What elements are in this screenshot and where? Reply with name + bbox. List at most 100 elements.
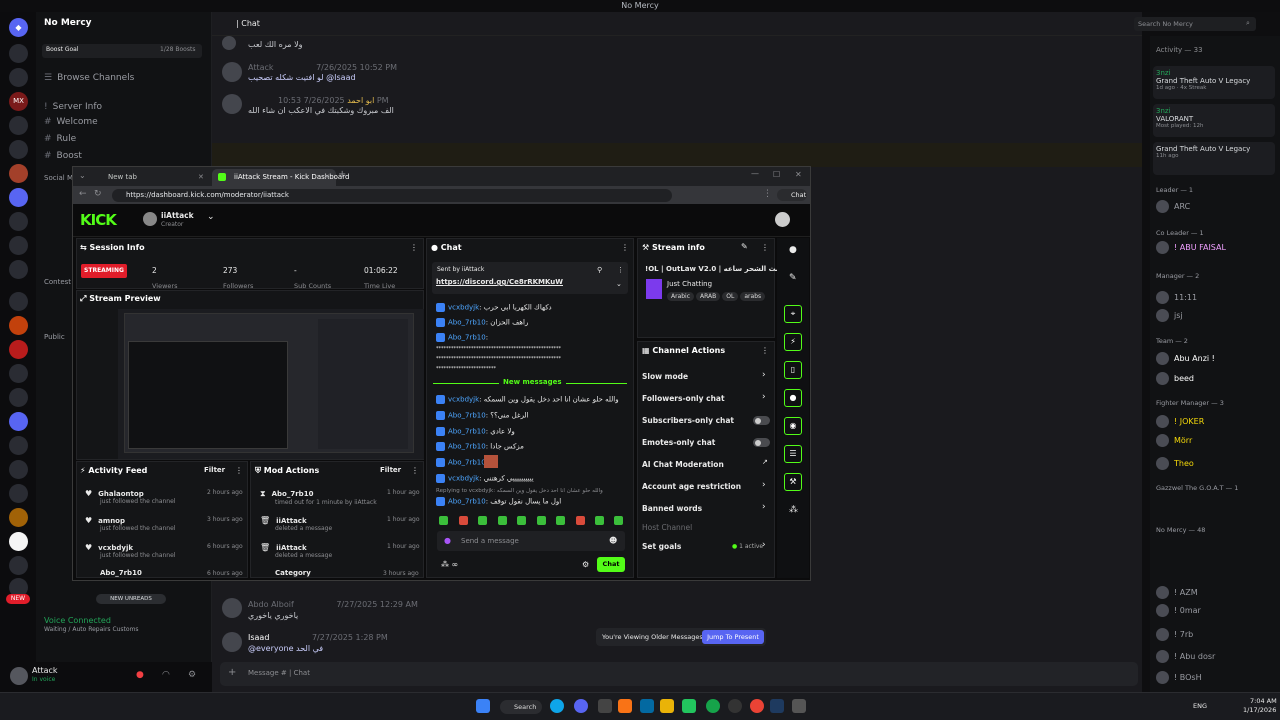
message-author[interactable]: Abdo Alboif 7/27/2025 12:29 AM <box>248 600 418 609</box>
mod-action-item[interactable]: Category <box>275 569 311 577</box>
external-link-icon[interactable]: ↗ <box>762 458 768 466</box>
ai-moderation-row[interactable]: AI Chat Moderation <box>642 460 724 469</box>
server-icon[interactable] <box>9 164 28 183</box>
member-item[interactable]: ! 0mar <box>1156 604 1201 617</box>
server-icon[interactable] <box>9 340 28 359</box>
menu-icon[interactable]: ⋮ <box>761 346 769 355</box>
discord-home-icon[interactable]: ◆ <box>9 18 28 37</box>
edit-icon[interactable]: ✎ <box>741 242 748 251</box>
url-input[interactable]: https://dashboard.kick.com/moderator/iia… <box>112 189 672 202</box>
menu-icon[interactable]: ⋮ <box>617 266 624 274</box>
emote-icon[interactable] <box>439 516 448 525</box>
channel-rule[interactable]: # Rule <box>44 134 76 144</box>
info-icon[interactable]: ● <box>789 245 797 255</box>
member-item[interactable]: jsj <box>1156 309 1183 322</box>
server-icon[interactable] <box>9 188 28 207</box>
member-item[interactable]: ! AZM <box>1156 586 1198 599</box>
chat-message[interactable]: Abo_7rb10: <box>436 333 488 342</box>
mod-action-item[interactable]: ⧗ Abo_7rb10 timed out for 1 minute by iiAt… <box>260 489 377 506</box>
send-chat-button[interactable]: Chat <box>597 557 625 572</box>
lightning-icon[interactable]: ⚡ <box>784 333 802 351</box>
member-item[interactable]: ! ABU FAISAL <box>1156 241 1226 254</box>
tag-chip[interactable]: arabs <box>740 292 766 301</box>
channel-welcome[interactable]: # Welcome <box>44 117 98 127</box>
close-icon[interactable]: ✕ <box>795 170 802 179</box>
mod-filter-button[interactable]: Filter <box>380 466 401 474</box>
mute-icon[interactable]: ● <box>136 670 144 680</box>
tab-new[interactable]: New tab ✕ <box>86 169 210 186</box>
new-unreads-pill[interactable]: NEW UNREADS <box>96 594 166 604</box>
folder-icon[interactable] <box>660 699 674 713</box>
member-item[interactable]: Theo <box>1156 457 1194 470</box>
emote-icon[interactable] <box>478 516 487 525</box>
server-icon[interactable] <box>9 388 28 407</box>
tab-search-icon[interactable]: ⌄ <box>79 171 86 180</box>
activity-card[interactable]: 3nzi VALORANT Most played: 12h <box>1153 104 1275 137</box>
followers-only-row[interactable]: Followers-only chat <box>642 394 725 403</box>
mod-action-item[interactable]: 🗑 iiAttack deleted a message <box>260 516 332 532</box>
chat-input[interactable]: ● Send a message ☻ <box>437 531 625 551</box>
dots-icon[interactable]: ⁂ <box>789 505 798 515</box>
discord-app-icon[interactable] <box>574 699 588 713</box>
chat-message[interactable]: vcxbdyjk: والله حلو عشان انا احد دخل يقو… <box>436 395 619 404</box>
server-icon[interactable] <box>9 212 28 231</box>
voice-channel-sub[interactable]: Waiting / Auto Repairs Customs <box>44 626 139 633</box>
emote-icon[interactable] <box>614 516 623 525</box>
tab-kick-dashboard[interactable]: iiAttack Stream - Kick Dashboard ✕ <box>212 169 349 186</box>
taskbar-search[interactable]: Search <box>500 700 542 714</box>
chat-bubble-icon[interactable]: ● <box>784 389 802 407</box>
server-icon[interactable] <box>9 484 28 503</box>
category-contest[interactable]: Contest <box>44 278 71 286</box>
emote-icon[interactable] <box>459 516 468 525</box>
app-icon[interactable] <box>640 699 654 713</box>
emotes-only-toggle[interactable] <box>753 438 770 447</box>
member-item[interactable]: beed <box>1156 372 1194 385</box>
menu-icon[interactable]: ⋮ <box>235 466 243 475</box>
app-icon[interactable] <box>682 699 696 713</box>
broadcast-icon[interactable]: ◉ <box>784 417 802 435</box>
pinned-link[interactable]: https://discord.gg/Ce8rRKMKuW <box>436 278 563 286</box>
tag-chip[interactable]: Arabic <box>667 292 695 301</box>
tag-chip[interactable]: OL <box>722 292 739 301</box>
message-input[interactable]: + Message # | Chat <box>220 662 1138 686</box>
emote-icon[interactable] <box>517 516 526 525</box>
chevron-right-icon[interactable]: › <box>762 392 766 402</box>
gear-icon[interactable]: ⚙ <box>188 670 196 680</box>
message-author[interactable]: ابو احمد 7/26/2025 10:53 PM <box>248 96 389 105</box>
headphones-icon[interactable]: ◠ <box>162 670 170 680</box>
avatar[interactable] <box>222 632 242 652</box>
activity-card[interactable]: Grand Theft Auto V Legacy 11h ago <box>1153 142 1275 175</box>
app-icon[interactable] <box>618 699 632 713</box>
pinned-message[interactable]: Sent by iiAttack https://discord.gg/Ce8r… <box>432 262 628 294</box>
back-icon[interactable]: ← <box>79 189 87 199</box>
member-item[interactable]: ! JOKER <box>1156 415 1204 428</box>
server-icon[interactable] <box>9 364 28 383</box>
app-icon[interactable] <box>598 699 612 713</box>
microphone-icon[interactable]: ● <box>444 536 451 545</box>
server-icon[interactable] <box>9 412 28 431</box>
activity-item[interactable]: ♥ vcxbdyjk just followed the channel <box>85 543 175 559</box>
chevron-right-icon[interactable]: › <box>762 480 766 490</box>
layers-icon[interactable]: ☰ <box>784 445 802 463</box>
windows-start-icon[interactable] <box>476 699 490 713</box>
avatar[interactable] <box>222 62 242 82</box>
server-icon[interactable] <box>9 292 28 311</box>
browse-channels-button[interactable]: ☰ Browse Channels <box>44 73 134 83</box>
set-goals-row[interactable]: Set goals <box>642 542 681 551</box>
chat-message[interactable]: Abo_7rb10: راهف الحزان <box>436 318 528 327</box>
member-item[interactable]: ! 7rb <box>1156 628 1193 641</box>
clipboard-icon[interactable]: ▯ <box>784 361 802 379</box>
subscribers-only-row[interactable]: Subscribers-only chat <box>642 416 734 425</box>
server-icon[interactable] <box>9 508 28 527</box>
activity-item[interactable]: ♥ amnop just followed the channel <box>85 516 175 532</box>
member-item[interactable]: ! Abu dosr <box>1156 650 1215 663</box>
server-icon[interactable] <box>9 116 28 135</box>
menu-icon[interactable]: ⋮ <box>621 243 629 252</box>
stream-category[interactable]: Just Chatting <box>667 280 712 288</box>
server-icon[interactable] <box>9 436 28 455</box>
chrome-icon[interactable] <box>750 699 764 713</box>
message-author[interactable]: Attack 7/26/2025 10:52 PM <box>248 63 397 72</box>
emote-icon[interactable] <box>576 516 585 525</box>
member-item[interactable]: 11:11 <box>1156 291 1197 304</box>
channel-boost[interactable]: # Boost <box>44 151 82 161</box>
